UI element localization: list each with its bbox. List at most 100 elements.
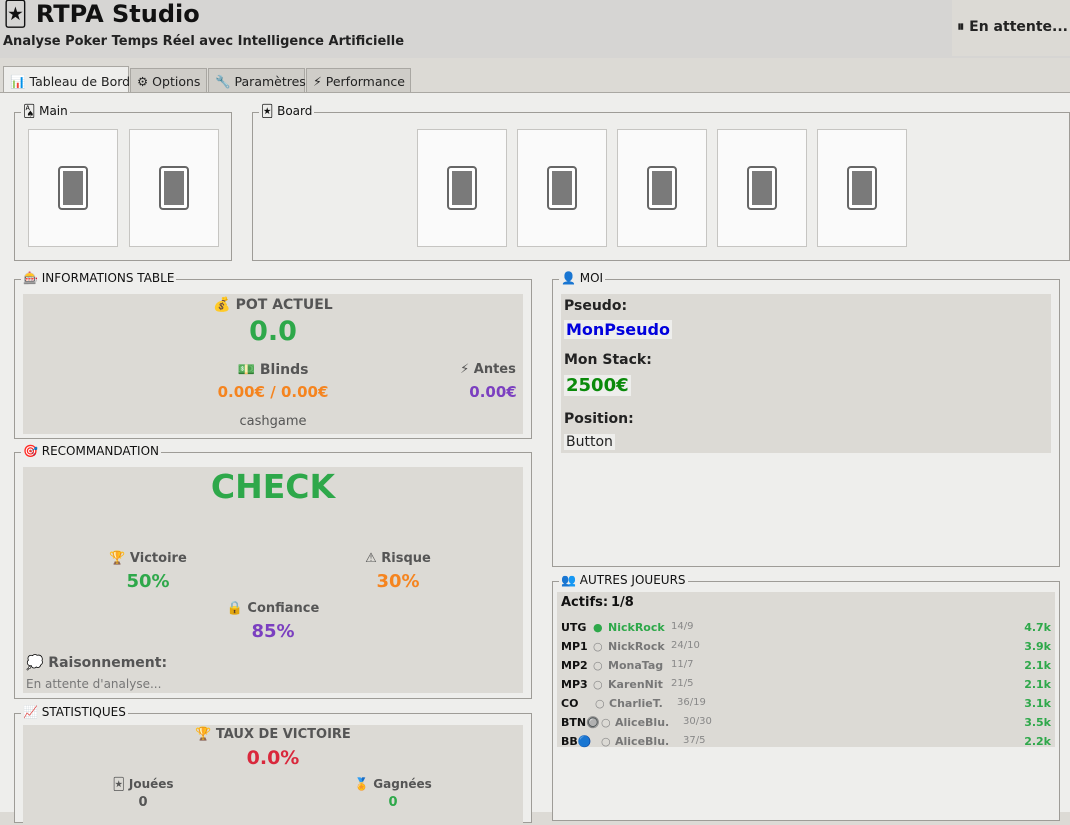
player-status-dot-icon: ○ (595, 697, 605, 710)
win-rate-value: 0.0% (246, 747, 300, 769)
position-value: Button (564, 434, 615, 450)
player-stack: 2.1k (1024, 659, 1051, 672)
player-stack: 2.2k (1024, 735, 1051, 748)
pot-label: 💰 POT ACTUEL (213, 297, 333, 313)
statistics-legend: 📈 STATISTIQUES (21, 705, 128, 719)
tab-bar: 📊 Tableau de Bord ⚙ Options 🔧 Paramètres… (0, 66, 1070, 93)
win-label: 🏆 Victoire (109, 551, 187, 566)
board-card-4 (717, 129, 807, 247)
card-back-icon (58, 166, 88, 210)
board-legend: 🃏 Board (259, 104, 315, 118)
player-row[interactable]: MP2 ○ MonaTag 11/7 2.1k (561, 659, 1051, 678)
played-label: 🃏 Jouées (112, 777, 174, 791)
player-row[interactable]: UTG ● NickRock 14/9 4.7k (561, 621, 1051, 640)
game-type: cashgame (239, 414, 307, 429)
player-status-dot-icon: ○ (593, 659, 603, 672)
other-players-panel: 👥 AUTRES JOUEURS Actifs: 1/8 UTG ● NickRoc… (552, 573, 1060, 821)
table-info-legend: 🎰 INFORMATIONS TABLE (21, 271, 177, 285)
card-back-icon (847, 166, 877, 210)
actifs-value: 1/8 (611, 595, 634, 610)
player-position: MP3 (561, 678, 588, 691)
won-label: 🏅 Gagnées (354, 777, 432, 791)
me-panel: 👤 MOI Pseudo: MonPseudo Mon Stack: 2500€… (552, 271, 1060, 567)
antes-label: ⚡ Antes (460, 362, 516, 377)
dashboard-content: 🂡 Main 🃏 Board 🎰 INFORMATIONS TABLE 💰 PO… (0, 92, 1070, 825)
won-value: 0 (388, 795, 398, 810)
risk-label: ⚠ Risque (365, 551, 431, 566)
player-stack: 3.1k (1024, 697, 1051, 710)
hand-legend: 🂡 Main (21, 104, 70, 118)
tab-performance[interactable]: ⚡ Performance (306, 68, 411, 92)
player-status-dot-icon: ○ (601, 716, 611, 729)
card-back-icon (647, 166, 677, 210)
risk-value: 30% (376, 571, 420, 592)
app-title: 🃏 RTPA Studio (3, 0, 200, 28)
tab-options[interactable]: ⚙ Options (130, 68, 207, 92)
stack-value: 2500€ (564, 375, 631, 396)
player-stats: 21/5 (671, 678, 694, 689)
confidence-label: 🔒 Confiance (226, 601, 320, 616)
player-position: MP1 (561, 640, 588, 653)
player-row[interactable]: BTN🔘 ○ AliceBlu. 30/30 3.5k (561, 716, 1051, 735)
player-name: MonaTag (608, 659, 664, 672)
reasoning-label: 💭 Raisonnement: (26, 655, 168, 671)
app-header: 🃏 RTPA Studio Analyse Poker Temps Réel a… (0, 0, 1070, 58)
hand-card-1 (28, 129, 118, 247)
player-position: BB🔵 (561, 735, 592, 748)
pot-value: 0.0 (249, 316, 297, 347)
pseudo-value: MonPseudo (564, 320, 672, 339)
recommended-action: CHECK (210, 467, 336, 506)
player-row[interactable]: CO ○ CharlieT. 36/19 3.1k (561, 697, 1051, 716)
antes-value: 0.00€ (469, 383, 517, 401)
player-row[interactable]: MP3 ○ KarenNit 21/5 2.1k (561, 678, 1051, 697)
player-status-dot-icon: ○ (601, 735, 611, 748)
player-name: AliceBlu. (615, 735, 670, 748)
hand-panel: 🂡 Main (14, 104, 232, 261)
position-label: Position: (564, 411, 634, 427)
stack-label: Mon Stack: (564, 352, 652, 368)
player-name: NickRock (608, 640, 665, 653)
blinds-label: 💵 Blinds (237, 362, 309, 378)
board-panel: 🃏 Board (252, 104, 1070, 261)
player-row[interactable]: BB🔵 ○ AliceBlu. 37/5 2.2k (561, 735, 1051, 754)
card-back-icon (547, 166, 577, 210)
card-back-icon (447, 166, 477, 210)
player-status-dot-icon: ○ (593, 678, 603, 691)
statistics-panel: 📈 STATISTIQUES 🏆 TAUX DE VICTOIRE 0.0% 🃏… (14, 705, 532, 825)
player-name: CharlieT. (609, 697, 663, 710)
board-card-1 (417, 129, 507, 247)
player-status-dot-icon: ● (593, 621, 603, 634)
blinds-value: 0.00€ / 0.00€ (217, 383, 329, 401)
app-subtitle: Analyse Poker Temps Réel avec Intelligen… (3, 34, 405, 49)
tab-dashboard[interactable]: 📊 Tableau de Bord (3, 66, 130, 93)
tab-parametres[interactable]: 🔧 Paramètres (208, 68, 306, 92)
played-value: 0 (138, 795, 148, 810)
player-position: MP2 (561, 659, 588, 672)
player-row[interactable]: MP1 ○ NickRock 24/10 3.9k (561, 640, 1051, 659)
player-stats: 36/19 (677, 697, 706, 708)
actifs-label: Actifs: (561, 595, 609, 610)
table-info-panel: 🎰 INFORMATIONS TABLE 💰 POT ACTUEL 0.0 💵 … (14, 271, 532, 439)
player-stats: 37/5 (683, 735, 706, 746)
reasoning-text: En attente d'analyse... (26, 677, 162, 691)
card-back-icon (159, 166, 189, 210)
other-players-legend: 👥 AUTRES JOUEURS (559, 573, 688, 587)
player-stats: 30/30 (683, 716, 712, 727)
pseudo-label: Pseudo: (564, 298, 628, 314)
player-position: CO (561, 697, 579, 710)
player-stats: 24/10 (671, 640, 700, 651)
board-card-3 (617, 129, 707, 247)
recommendation-legend: 🎯 RECOMMANDATION (21, 444, 161, 458)
win-rate-label: 🏆 TAUX DE VICTOIRE (195, 727, 351, 742)
player-stack: 3.9k (1024, 640, 1051, 653)
card-back-icon (747, 166, 777, 210)
player-stack: 4.7k (1024, 621, 1051, 634)
win-value: 50% (126, 571, 170, 592)
player-name: NickRock (608, 621, 665, 634)
board-card-2 (517, 129, 607, 247)
player-stack: 3.5k (1024, 716, 1051, 729)
player-name: AliceBlu. (615, 716, 670, 729)
me-legend: 👤 MOI (559, 271, 606, 285)
player-position: UTG (561, 621, 587, 634)
recommendation-panel: 🎯 RECOMMANDATION CHECK 🏆 Victoire 50% ⚠ … (14, 444, 532, 699)
